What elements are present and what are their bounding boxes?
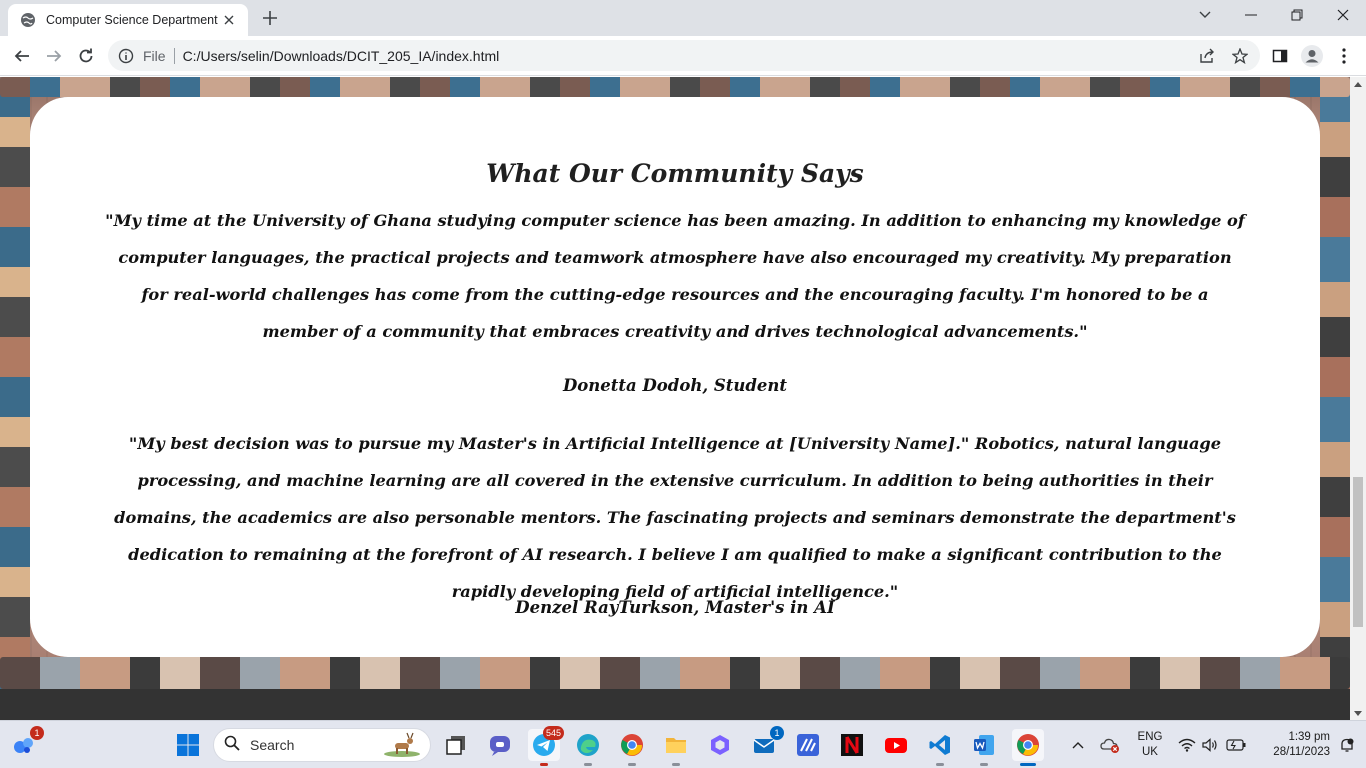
bookmark-star-icon[interactable] bbox=[1231, 47, 1249, 65]
word-icon[interactable] bbox=[968, 729, 1000, 766]
url-scheme: File bbox=[143, 47, 166, 64]
running-indicator bbox=[540, 763, 548, 766]
section-heading: What Our Community Says bbox=[486, 159, 864, 188]
background-photo-right bbox=[1320, 77, 1350, 720]
start-windows-icon[interactable] bbox=[172, 729, 204, 761]
tab-title: Computer Science Department bbox=[46, 13, 218, 27]
chrome-icon[interactable] bbox=[616, 729, 648, 766]
visual-studio-app-icon[interactable] bbox=[792, 729, 824, 761]
show-hidden-icons-chevron-icon[interactable] bbox=[1066, 729, 1090, 761]
share-icon[interactable] bbox=[1198, 47, 1216, 65]
testimonials-card: What Our Community Says "My time at the … bbox=[30, 97, 1320, 657]
close-window-button[interactable] bbox=[1320, 0, 1366, 30]
active-indicator bbox=[1020, 763, 1036, 766]
task-view-icon[interactable] bbox=[440, 729, 472, 761]
edge-browser-icon[interactable] bbox=[572, 729, 604, 766]
vscode-icon[interactable] bbox=[924, 729, 956, 766]
page-footer bbox=[0, 689, 1350, 720]
side-panel-icon[interactable] bbox=[1266, 42, 1294, 70]
search-icon bbox=[224, 735, 240, 755]
search-highlight-deer-icon bbox=[382, 732, 422, 762]
running-indicator bbox=[628, 763, 636, 766]
minimize-button[interactable] bbox=[1228, 0, 1274, 30]
site-info-icon[interactable] bbox=[118, 48, 134, 64]
close-tab-icon[interactable] bbox=[220, 11, 238, 29]
tab-bar: Computer Science Department bbox=[0, 0, 1366, 36]
testimonial-author: Donetta Dodoh, Student bbox=[562, 376, 787, 395]
mail-icon[interactable]: 1 bbox=[748, 726, 784, 761]
running-indicator bbox=[936, 763, 944, 766]
file-explorer-icon[interactable] bbox=[660, 729, 692, 766]
new-tab-button[interactable] bbox=[258, 6, 282, 30]
onedrive-status-icon[interactable] bbox=[1096, 729, 1124, 761]
address-bar[interactable]: File C:/Users/selin/Downloads/DCIT_205_I… bbox=[108, 40, 1260, 71]
reload-button[interactable] bbox=[72, 42, 100, 70]
globe-icon bbox=[20, 12, 36, 28]
running-indicator bbox=[980, 763, 988, 766]
mail-badge: 1 bbox=[770, 726, 784, 740]
background-photo-bottom bbox=[0, 657, 1350, 689]
tab-search-chevron-icon[interactable] bbox=[1182, 0, 1228, 30]
menu-kebab-icon[interactable] bbox=[1330, 42, 1358, 70]
testimonial-quote: "My best decision was to pursue my Maste… bbox=[114, 434, 1236, 601]
scroll-down-arrow-icon[interactable] bbox=[1350, 706, 1366, 720]
page-viewport: What Our Community Says "My time at the … bbox=[0, 77, 1350, 720]
youtube-icon[interactable] bbox=[880, 729, 912, 761]
scroll-thumb[interactable] bbox=[1353, 477, 1363, 627]
search-label: Search bbox=[250, 737, 295, 753]
background-photo bbox=[0, 77, 30, 720]
language-indicator[interactable]: ENG UK bbox=[1130, 730, 1170, 760]
clock-time: 1:39 pm bbox=[1288, 731, 1330, 743]
telegram-badge: 545 bbox=[542, 726, 564, 740]
windows-taskbar: 1 Search 545 1 ENG UK 1:39 pm 28/11/2023 bbox=[0, 720, 1366, 768]
forward-button[interactable] bbox=[40, 42, 68, 70]
teams-chat-icon[interactable] bbox=[484, 729, 516, 761]
volume-icon[interactable] bbox=[1200, 729, 1222, 761]
telegram-icon[interactable]: 545 bbox=[528, 726, 564, 766]
testimonial-author: Denzel RayTurkson, Master's in AI bbox=[515, 598, 835, 617]
clock[interactable]: 1:39 pm 28/11/2023 bbox=[1254, 730, 1330, 760]
browser-tab[interactable]: Computer Science Department bbox=[8, 4, 248, 36]
battery-icon[interactable] bbox=[1224, 729, 1248, 761]
testimonial-quote: "My time at the University of Ghana stud… bbox=[105, 211, 1245, 341]
browser-toolbar: File C:/Users/selin/Downloads/DCIT_205_I… bbox=[0, 36, 1366, 76]
copilot-icon[interactable] bbox=[704, 729, 736, 761]
scroll-up-arrow-icon[interactable] bbox=[1350, 77, 1366, 91]
region-code: UK bbox=[1142, 746, 1158, 758]
profile-avatar-icon[interactable] bbox=[1298, 42, 1326, 70]
page-scrollbar[interactable] bbox=[1350, 77, 1366, 720]
back-button[interactable] bbox=[8, 42, 36, 70]
clock-date: 28/11/2023 bbox=[1273, 746, 1330, 758]
url-divider bbox=[173, 47, 175, 64]
restore-button[interactable] bbox=[1274, 0, 1320, 30]
wifi-icon[interactable] bbox=[1176, 729, 1198, 761]
widgets-badge: 1 bbox=[30, 726, 44, 740]
chrome-active-icon[interactable] bbox=[1012, 729, 1044, 766]
background-photo-top bbox=[0, 77, 1350, 97]
url-text[interactable]: C:/Users/selin/Downloads/DCIT_205_IA/ind… bbox=[183, 48, 500, 64]
running-indicator bbox=[672, 763, 680, 766]
language-code: ENG bbox=[1137, 731, 1163, 743]
netflix-icon[interactable] bbox=[836, 729, 868, 761]
widgets-icon[interactable]: 1 bbox=[8, 726, 44, 761]
notification-bell-icon[interactable] bbox=[1334, 729, 1360, 761]
taskbar-search[interactable]: Search bbox=[213, 728, 431, 762]
running-indicator bbox=[584, 763, 592, 766]
